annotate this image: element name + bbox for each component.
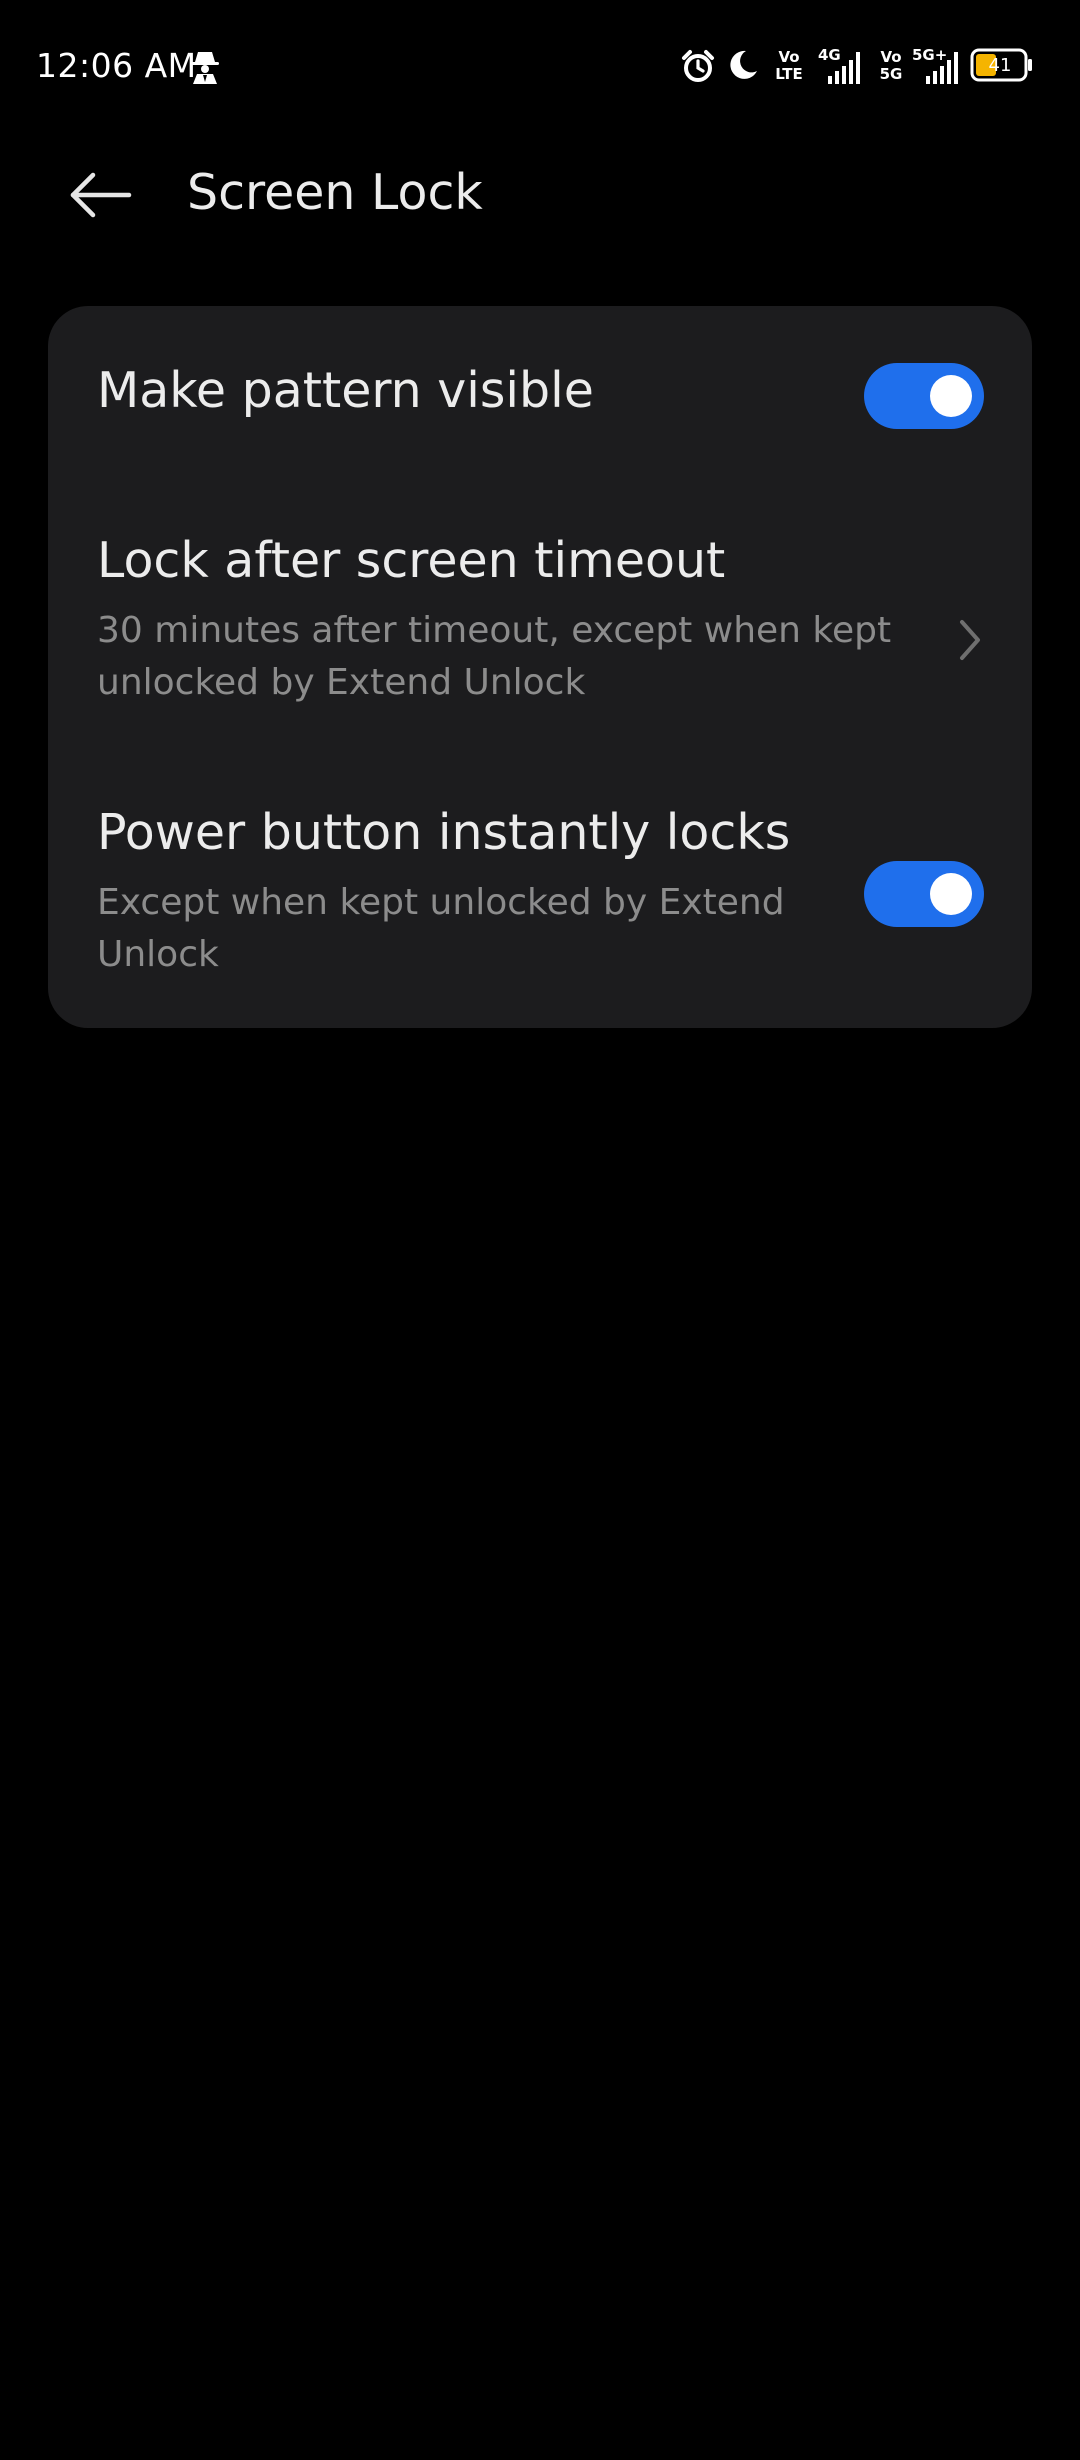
status-time: 12:06 AM [36, 46, 197, 85]
signal-4g-icon: 4G [818, 46, 864, 86]
battery-icon: 41 [970, 48, 1034, 82]
toggle-knob [930, 375, 972, 417]
make-pattern-visible-title: Make pattern visible [97, 362, 594, 419]
moon-icon [726, 48, 760, 86]
power-button-locks-title: Power button instantly locks [97, 804, 791, 861]
make-pattern-visible-row[interactable]: Make pattern visible [48, 306, 1032, 466]
make-pattern-visible-toggle[interactable] [864, 363, 984, 429]
back-button[interactable] [60, 162, 140, 232]
chevron-right-icon [948, 612, 988, 668]
status-icons: Vo LTE 4G Vo 5G 5G+ 41 [680, 40, 1080, 90]
app-header: Screen Lock [0, 150, 1080, 240]
volte-icon: Vo LTE [775, 48, 803, 83]
power-button-locks-toggle[interactable] [864, 861, 984, 927]
toggle-knob [930, 873, 972, 915]
power-button-locks-row[interactable]: Power button instantly locks Except when… [48, 786, 1032, 1016]
lock-after-timeout-subtitle: 30 minutes after timeout, except when ke… [97, 610, 892, 703]
lock-after-timeout-row[interactable]: Lock after screen timeout 30 minutes aft… [48, 516, 1032, 748]
incognito-icon [188, 48, 222, 84]
signal-5g-plus-icon: 5G+ [912, 46, 962, 86]
status-bar: 12:06 AM Vo LTE 4G Vo 5G 5G+ 41 [0, 0, 1080, 130]
alarm-icon [680, 48, 716, 88]
lock-after-timeout-title: Lock after screen timeout [97, 532, 726, 589]
power-button-locks-subtitle: Except when kept unlocked by Extend Unlo… [97, 882, 785, 975]
page-title: Screen Lock [187, 164, 483, 221]
settings-card: Make pattern visible Lock after screen t… [48, 306, 1032, 1028]
back-arrow-icon [67, 170, 133, 224]
vo5g-icon: Vo 5G [879, 48, 903, 83]
